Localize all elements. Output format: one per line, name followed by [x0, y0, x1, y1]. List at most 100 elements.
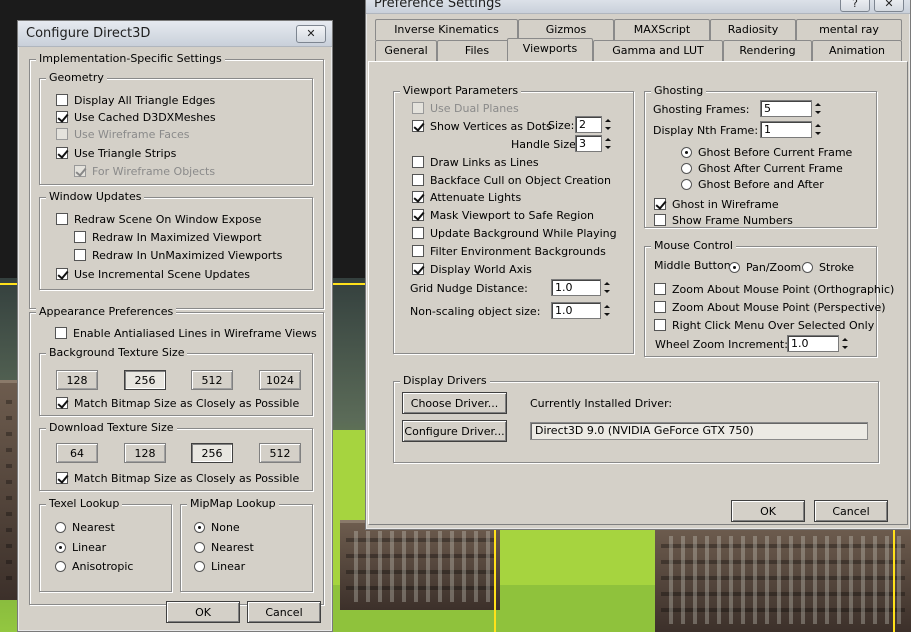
d3d-ok-button[interactable]: OK	[166, 601, 240, 623]
incremental-updates-checkbox[interactable]: Use Incremental Scene Updates	[56, 266, 250, 282]
bg-size-1024-button[interactable]: 1024	[259, 370, 301, 390]
checkbox-checked	[412, 120, 424, 132]
ghosting-title: Ghosting	[651, 84, 707, 97]
wheel-zoom-spinner[interactable]: 1.0	[787, 335, 850, 352]
handle-size-spinner[interactable]: 3	[575, 135, 613, 152]
mipmap-none-radio[interactable]: None	[194, 519, 240, 535]
dl-size-128-button[interactable]: 128	[124, 443, 166, 463]
d3d-cancel-button[interactable]: Cancel	[247, 601, 321, 623]
show-vertices-checkbox[interactable]: Show Vertices as Dots	[412, 118, 552, 134]
display-nth-frame-spinner[interactable]: 1	[760, 121, 823, 138]
tab-viewports[interactable]: Viewports	[507, 38, 593, 61]
wheel-zoom-label: Wheel Zoom Increment:	[655, 338, 788, 351]
bg-match-bitmap-checkbox[interactable]: Match Bitmap Size as Closely as Possible	[56, 395, 299, 411]
checkbox-checked	[56, 397, 68, 409]
ghost-in-wireframe-checkbox[interactable]: Ghost in Wireframe	[654, 196, 779, 212]
tab-maxscript[interactable]: MAXScript	[614, 19, 710, 40]
pref-cancel-button[interactable]: Cancel	[814, 500, 888, 522]
redraw-on-expose-checkbox[interactable]: Redraw Scene On Window Expose	[56, 211, 261, 227]
dl-size-512-button[interactable]: 512	[259, 443, 301, 463]
spinner-arrows[interactable]	[603, 116, 613, 133]
checkbox-checked	[654, 198, 666, 210]
display-world-axis-checkbox[interactable]: Display World Axis	[412, 261, 532, 277]
dl-size-256-button[interactable]: 256	[191, 443, 233, 463]
help-button[interactable]: ?	[840, 0, 870, 12]
texel-anisotropic-radio[interactable]: Anisotropic	[55, 558, 133, 574]
spinner-arrows[interactable]	[602, 279, 612, 296]
use-triangle-strips-checkbox[interactable]: Use Triangle Strips	[56, 145, 176, 161]
pref-close-button[interactable]: ✕	[874, 0, 904, 12]
bg-size-256-button[interactable]: 256	[124, 370, 166, 390]
tab-general[interactable]: General	[375, 40, 437, 61]
ghost-before-after-radio[interactable]: Ghost Before and After	[681, 176, 824, 192]
pan-zoom-radio[interactable]: Pan/Zoom	[729, 259, 801, 275]
radio-on	[729, 261, 740, 273]
radio-off	[55, 560, 66, 572]
antialiased-lines-checkbox[interactable]: Enable Antialiased Lines in Wireframe Vi…	[55, 325, 317, 341]
configure-driver-button[interactable]: Configure Driver...	[402, 420, 507, 442]
spinner-arrows[interactable]	[813, 100, 823, 117]
display-all-triangle-edges-checkbox[interactable]: Display All Triangle Edges	[56, 92, 215, 108]
impl-settings-group: Implementation-Specific Settings Geometr…	[29, 52, 324, 309]
bg-size-128-button[interactable]: 128	[56, 370, 98, 390]
texel-linear-radio[interactable]: Linear	[55, 539, 106, 555]
nonscaling-size-spinner[interactable]: 1.0	[551, 302, 612, 319]
ghost-before-radio[interactable]: Ghost Before Current Frame	[681, 144, 852, 160]
radio-on	[194, 521, 205, 533]
installed-driver-field: Direct3D 9.0 (NVIDIA GeForce GTX 750)	[530, 422, 868, 440]
tab-rendering[interactable]: Rendering	[723, 40, 812, 61]
choose-driver-button[interactable]: Choose Driver...	[402, 392, 507, 414]
spinner-arrows[interactable]	[813, 121, 823, 138]
zoom-ortho-checkbox[interactable]: Zoom About Mouse Point (Orthographic)	[654, 281, 894, 297]
stroke-radio[interactable]: Stroke	[802, 259, 854, 275]
spinner-arrows[interactable]	[602, 302, 612, 319]
tab-animation[interactable]: Animation	[812, 40, 902, 61]
pref-ok-button[interactable]: OK	[731, 500, 805, 522]
tab-gizmos[interactable]: Gizmos	[518, 19, 614, 40]
redraw-maximized-checkbox[interactable]: Redraw In Maximized Viewport	[74, 229, 262, 245]
dl-match-bitmap-checkbox[interactable]: Match Bitmap Size as Closely as Possible	[56, 470, 299, 486]
handle-size-label: Handle Size:	[511, 138, 580, 151]
size-spinner[interactable]: 2	[575, 116, 613, 133]
zoom-perspective-checkbox[interactable]: Zoom About Mouse Point (Perspective)	[654, 299, 886, 315]
show-frame-numbers-checkbox[interactable]: Show Frame Numbers	[654, 212, 793, 228]
checkbox-checked	[56, 472, 68, 484]
radio-off	[194, 541, 205, 553]
ghosting-frames-spinner[interactable]: 5	[760, 100, 823, 117]
scene-building	[655, 525, 911, 632]
tab-gamma-and-lut[interactable]: Gamma and LUT	[593, 40, 723, 61]
d3d-title: Configure Direct3D	[26, 26, 151, 41]
appearance-group: Appearance Preferences Enable Antialiase…	[29, 305, 324, 605]
filter-environment-checkbox[interactable]: Filter Environment Backgrounds	[412, 243, 606, 259]
d3d-close-button[interactable]: ✕	[296, 25, 326, 43]
draw-links-checkbox[interactable]: Draw Links as Lines	[412, 154, 539, 170]
spinner-arrows[interactable]	[603, 135, 613, 152]
tab-mental-ray[interactable]: mental ray	[796, 19, 902, 40]
grid-nudge-label: Grid Nudge Distance:	[410, 282, 528, 295]
bg-size-512-button[interactable]: 512	[191, 370, 233, 390]
scene-building	[0, 380, 18, 600]
checkbox-checked	[412, 209, 424, 221]
spinner-arrows[interactable]	[840, 335, 850, 352]
texel-nearest-radio[interactable]: Nearest	[55, 519, 115, 535]
texel-lookup-group: Texel Lookup Nearest Linear Anisotropic	[39, 497, 172, 592]
update-background-checkbox[interactable]: Update Background While Playing	[412, 225, 617, 241]
use-cached-d3dxmeshes-checkbox[interactable]: Use Cached D3DXMeshes	[56, 109, 216, 125]
mipmap-nearest-radio[interactable]: Nearest	[194, 539, 254, 555]
backface-cull-checkbox[interactable]: Backface Cull on Object Creation	[412, 172, 611, 188]
checkbox-unchecked	[412, 156, 424, 168]
attenuate-lights-checkbox[interactable]: Attenuate Lights	[412, 189, 521, 205]
radio-off	[194, 560, 205, 572]
checkbox-unchecked	[654, 214, 666, 226]
tab-files[interactable]: Files	[437, 40, 517, 61]
dl-size-64-button[interactable]: 64	[56, 443, 98, 463]
ghost-after-radio[interactable]: Ghost After Current Frame	[681, 160, 843, 176]
tab-radiosity[interactable]: Radiosity	[710, 19, 796, 40]
checkbox-unchecked	[412, 174, 424, 186]
grid-nudge-spinner[interactable]: 1.0	[551, 279, 612, 296]
right-click-menu-checkbox[interactable]: Right Click Menu Over Selected Only	[654, 317, 874, 333]
mipmap-linear-radio[interactable]: Linear	[194, 558, 245, 574]
redraw-unmaximized-checkbox[interactable]: Redraw In UnMaximized Viewports	[74, 247, 282, 263]
tab-inverse-kinematics[interactable]: Inverse Kinematics	[375, 19, 518, 40]
mask-viewport-checkbox[interactable]: Mask Viewport to Safe Region	[412, 207, 594, 223]
